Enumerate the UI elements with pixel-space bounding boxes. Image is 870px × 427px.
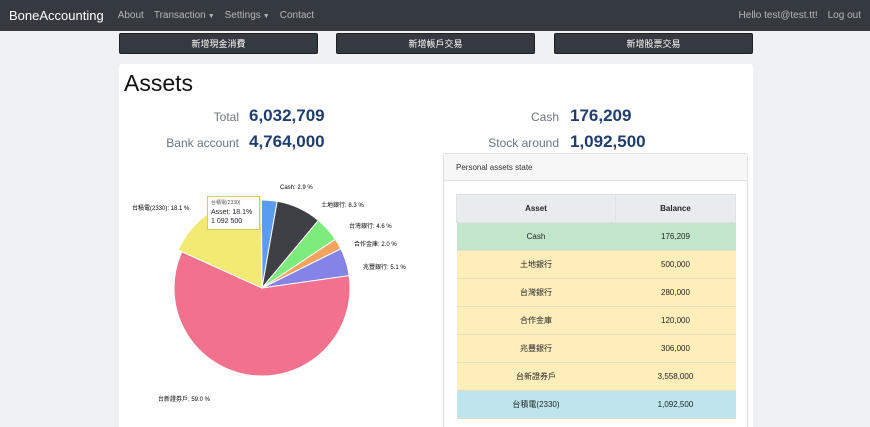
pie-label-tsmc: 台積電(2330): 18.1 % bbox=[132, 206, 190, 212]
assets-card: Assets Total 6,032,709 Bank account 4,76… bbox=[119, 64, 753, 427]
nav-settings-dropdown[interactable]: Settings ▼ bbox=[225, 10, 270, 21]
balance-cell: 1,092,500 bbox=[615, 390, 736, 419]
tooltip-name: 台積電(2330) bbox=[211, 200, 241, 206]
balance-cell: 120,000 bbox=[615, 306, 736, 335]
panel-title: Personal assets state bbox=[444, 154, 747, 181]
total-value: 6,032,709 bbox=[249, 106, 325, 125]
nav-transaction-label: Transaction bbox=[153, 10, 206, 21]
bank-value: 4,764,000 bbox=[249, 132, 325, 151]
stock-value: 1,092,500 bbox=[570, 132, 646, 151]
add-stock-transaction-button[interactable]: 新增股票交易 bbox=[554, 33, 753, 54]
pie-label-taishin-securities: 台新證券戶: 59.0 % bbox=[158, 397, 211, 403]
brand-link[interactable]: BoneAccounting bbox=[9, 8, 104, 23]
asset-cell: 兆豐銀行 bbox=[456, 334, 616, 363]
col-asset: Asset bbox=[456, 194, 616, 223]
balance-cell: 176,209 bbox=[615, 222, 736, 251]
asset-cell: 台積電(2330) bbox=[456, 390, 616, 419]
balance-cell: 500,000 bbox=[615, 250, 736, 279]
navbar: BoneAccounting About Transaction ▼ Settin… bbox=[0, 0, 870, 31]
logout-link[interactable]: Log out bbox=[828, 10, 861, 21]
page-title: Assets bbox=[124, 70, 194, 96]
nav-contact[interactable]: Contact bbox=[280, 10, 314, 21]
caret-down-icon: ▼ bbox=[207, 13, 215, 20]
balance-cell: 280,000 bbox=[615, 278, 736, 307]
nav-transaction-dropdown[interactable]: Transaction ▼ bbox=[154, 10, 215, 21]
table-row: 兆豐銀行 306,000 bbox=[456, 334, 736, 363]
pie-tooltip: 台積電(2330) Asset: 18.1% 1 092 500 bbox=[207, 196, 260, 230]
table-row: Cash 176,209 bbox=[456, 222, 736, 251]
add-bank-transaction-button[interactable]: 新增帳戶交易 bbox=[336, 33, 535, 54]
caret-down-icon: ▼ bbox=[262, 13, 270, 20]
total-label: Total bbox=[213, 110, 239, 124]
table-header-row: Asset Balance bbox=[456, 194, 737, 223]
col-balance: Balance bbox=[614, 194, 737, 223]
table-row: 合作金庫 120,000 bbox=[456, 306, 736, 335]
tooltip-line: Asset: 18.1% bbox=[211, 209, 253, 216]
asset-cell: 土地銀行 bbox=[456, 250, 616, 279]
pie-svg bbox=[173, 195, 351, 377]
asset-cell: 台新證券戶 bbox=[456, 362, 616, 391]
pie-label-cooperative-bank: 合作金庫: 2.0 % bbox=[354, 242, 397, 248]
table-row: 台新證券戶 3,558,000 bbox=[456, 362, 736, 391]
assets-state-panel: Personal assets state Asset Balance Cash… bbox=[443, 153, 748, 427]
pie-label-cash: Cash: 2.9 % bbox=[280, 185, 313, 191]
table-row: 台灣銀行 280,000 bbox=[456, 278, 736, 307]
table-row: 土地銀行 500,000 bbox=[456, 250, 736, 279]
asset-cell: 台灣銀行 bbox=[456, 278, 616, 307]
nav-settings-label: Settings bbox=[224, 10, 261, 21]
balance-cell: 306,000 bbox=[615, 334, 736, 363]
asset-pie-chart: Cash: 2.9 % 土地銀行: 8.3 % 台灣銀行: 4.6 % 合作金庫… bbox=[127, 182, 437, 427]
table-row: 台積電(2330) 1,092,500 bbox=[456, 390, 736, 419]
nav-about[interactable]: About bbox=[118, 10, 144, 21]
user-greeting[interactable]: Hello test@test.tt! bbox=[739, 10, 818, 21]
bank-label: Bank account bbox=[166, 136, 239, 150]
cash-label: Cash bbox=[530, 110, 559, 124]
asset-cell: 合作金庫 bbox=[456, 306, 616, 335]
assets-table: Asset Balance Cash 176,209 土地銀行 500,000 台灣… bbox=[456, 194, 737, 419]
tooltip-value: 1 092 500 bbox=[211, 218, 243, 225]
nav-right: Hello test@test.tt! Log out bbox=[729, 10, 861, 21]
add-cash-expense-button[interactable]: 新增現金消費 bbox=[119, 33, 318, 54]
balance-cell: 3,558,000 bbox=[615, 362, 736, 391]
pie-label-taiwan-bank: 台灣銀行: 4.6 % bbox=[349, 224, 392, 230]
asset-cell: Cash bbox=[456, 222, 616, 251]
cash-value: 176,209 bbox=[570, 106, 632, 125]
pie-label-mega-bank: 兆豐銀行: 5.1 % bbox=[363, 265, 406, 271]
pie-label-land-bank: 土地銀行: 8.3 % bbox=[321, 203, 364, 209]
stock-label: Stock around bbox=[488, 136, 559, 150]
